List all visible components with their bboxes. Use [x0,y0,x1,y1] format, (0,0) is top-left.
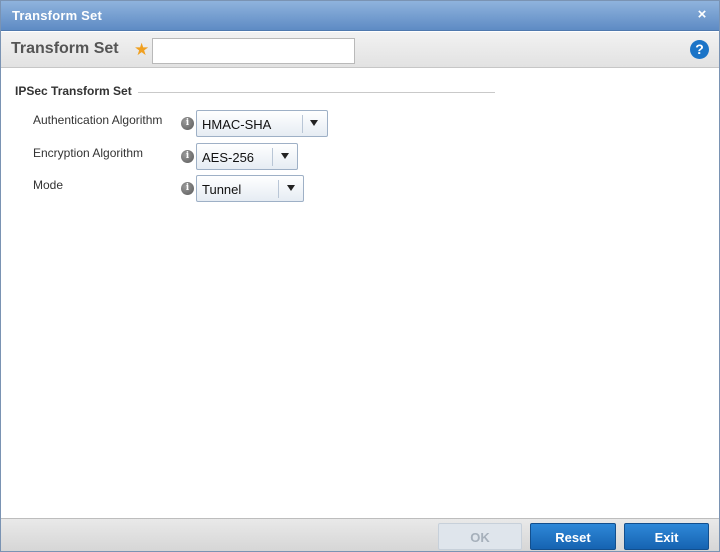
reset-button[interactable]: Reset [530,523,616,550]
info-icon[interactable]: i [181,117,194,130]
mode-value: Tunnel [202,182,242,197]
ok-button[interactable]: OK [438,523,522,550]
chevron-down-icon[interactable] [310,120,318,126]
select-divider [278,180,279,198]
authentication-algorithm-value: HMAC-SHA [202,117,272,132]
info-icon[interactable]: i [181,182,194,195]
transform-set-name-label: Transform Set [11,40,119,57]
section-title-ipsec: IPSec Transform Set [15,84,138,98]
transform-set-name-input[interactable] [152,38,355,64]
close-icon[interactable]: × [695,7,709,23]
required-star-icon: ★ [134,40,150,59]
chevron-down-icon[interactable] [281,153,289,159]
select-divider [302,115,303,133]
dialog-title: Transform Set [12,8,103,23]
mode-select[interactable]: Tunnel [196,175,304,202]
mode-label: Mode [33,178,64,192]
transform-set-name-bar: Transform Set ★ ? [1,32,719,68]
dialog-titlebar: Transform Set × [1,1,719,31]
exit-button[interactable]: Exit [624,523,709,550]
select-divider [272,148,273,166]
encryption-algorithm-select[interactable]: AES-256 [196,143,298,170]
dialog-footer: OK Reset Exit [1,518,719,551]
authentication-algorithm-label: Authentication Algorithm [33,113,163,127]
transform-set-dialog: Transform Set × Transform Set ★ ? IPSec … [0,0,720,552]
authentication-algorithm-select[interactable]: HMAC-SHA [196,110,328,137]
encryption-algorithm-value: AES-256 [202,150,255,165]
info-icon[interactable]: i [181,150,194,163]
help-icon[interactable]: ? [690,40,709,59]
chevron-down-icon[interactable] [287,185,295,191]
encryption-algorithm-label: Encryption Algorithm [33,146,144,160]
